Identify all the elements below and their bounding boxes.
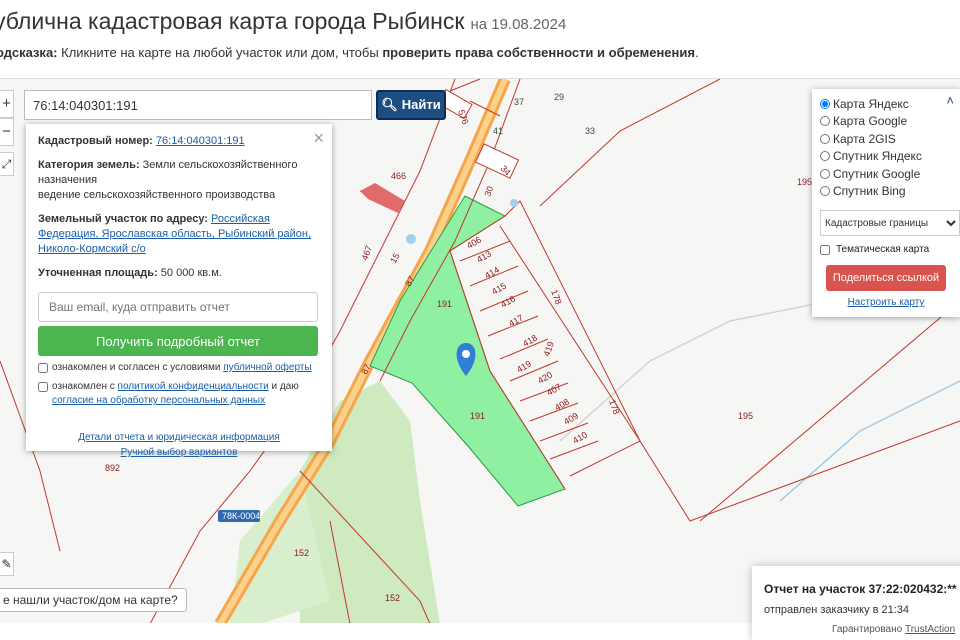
parcel-label: 409 (562, 411, 580, 427)
parcel-label: 418 (521, 333, 539, 349)
search-input[interactable] (24, 90, 372, 120)
layer-option-label: Спутник Bing (833, 184, 906, 199)
layer-radio[interactable] (820, 186, 830, 197)
privacy-link[interactable]: политикой конфиденциальности (118, 381, 269, 392)
thematic-map-toggle[interactable]: Тематическая карта (820, 244, 952, 255)
parcel-label: 416 (499, 294, 517, 310)
parcel-label: 420 (536, 370, 554, 386)
layer-radio[interactable] (820, 151, 830, 162)
layer-option-label: Спутник Яндекс (833, 149, 922, 164)
parcel-label: 191 (470, 411, 485, 421)
parcel-label: 30 (482, 185, 495, 198)
chevron-up-icon[interactable]: ˄ (946, 93, 954, 108)
parcel-label: 419 (541, 340, 556, 358)
layer-switcher: ˄ Карта Яндекс Карта Google Карта 2GIS Спут… (812, 89, 960, 317)
layer-option-label: Карта Яндекс (833, 96, 909, 111)
parcel-label: 41 (493, 126, 503, 136)
parcel-label: 33 (585, 126, 595, 136)
page-date: на 19.08.2024 (470, 16, 567, 33)
page-header: ублична кадастровая карта города Рыбинск… (0, 0, 960, 78)
layer-option-label: Спутник Google (833, 166, 921, 181)
layer-radio[interactable] (820, 133, 830, 144)
report-notification: Отчет на участок 37:22:020432:** отправл… (752, 566, 960, 640)
offer-checkbox[interactable] (38, 363, 48, 373)
report-details-link[interactable]: Детали отчета и юридическая информация (78, 432, 280, 443)
parcel-label: 37 (514, 97, 524, 107)
parcel-label: 467 (359, 244, 374, 262)
layer-radio[interactable] (820, 116, 830, 127)
get-report-button[interactable]: Получить подробный отчет (38, 326, 318, 356)
overlay-select[interactable]: Кадастровые границы (820, 210, 960, 236)
email-field[interactable] (38, 292, 318, 322)
layer-option[interactable]: Спутник Bing (820, 183, 952, 201)
hint-text: одсказка: Кликните на карте на любой уча… (0, 45, 699, 60)
parcel-label: 29 (554, 92, 564, 102)
layer-option[interactable]: Спутник Яндекс (820, 148, 952, 166)
parcel-label: 15 (388, 251, 402, 265)
parcel-info-popup: × Кадастровый номер: 76:14:040301:191 Ка… (26, 124, 332, 458)
layer-option-label: Карта Google (833, 114, 908, 129)
parcel-label: 152 (294, 548, 309, 558)
parcel-label: 191 (437, 299, 452, 309)
consent-link[interactable]: согласие на обработку персональных данны… (52, 395, 265, 406)
notification-subtitle: отправлен заказчику в 21:34 (764, 604, 910, 616)
layer-option[interactable]: Карта Google (820, 113, 952, 131)
close-icon[interactable]: × (313, 128, 324, 149)
search-button[interactable]: 🔍︎ Найти (376, 90, 446, 120)
notification-guarantee: Гарантировано TrustAction (832, 624, 956, 635)
parcel-label: 892 (105, 463, 120, 473)
parcel-label: 413 (475, 249, 493, 265)
offer-link[interactable]: публичной оферты (223, 362, 311, 373)
parcel-label: 415 (490, 281, 508, 297)
layer-radio[interactable] (820, 98, 830, 109)
page-title: ублична кадастровая карта города Рыбинск… (0, 8, 567, 34)
not-found-button[interactable]: е нашли участок/дом на карте? (0, 588, 187, 612)
notification-title: Отчет на участок 37:22:020432:** (764, 582, 957, 596)
configure-map-link[interactable]: Настроить карту (848, 297, 925, 308)
parcel-label: 466 (391, 171, 406, 181)
parcel-label: 414 (483, 265, 501, 281)
privacy-checkbox-row: ознакомлен с политикой конфиденциальност… (38, 380, 320, 408)
share-link-button[interactable]: Поделиться ссылкой (826, 265, 946, 291)
fullscreen-icon[interactable]: ⤢ (0, 152, 14, 176)
search-icon: 🔍︎ (381, 97, 398, 112)
parcel-label: 195 (797, 177, 812, 187)
layer-option[interactable]: Карта 2GIS (820, 130, 952, 148)
parcel-label: 152 (385, 593, 400, 603)
parcel-label: 195 (738, 411, 753, 421)
parcel-label: 408 (553, 397, 571, 413)
layer-option-label: Карта 2GIS (833, 131, 896, 146)
cadastral-number-link[interactable]: 76:14:040301:191 (156, 135, 245, 147)
zoom-out-button[interactable]: − (0, 118, 14, 146)
zoom-in-button[interactable]: + (0, 90, 14, 118)
parcel-label: 410 (571, 430, 589, 446)
manual-choice-link[interactable]: Ручной выбор вариантов (121, 447, 238, 458)
parcel-label: 178 (549, 288, 564, 306)
layer-option[interactable]: Спутник Google (820, 165, 952, 183)
pencil-icon[interactable]: ✎ (0, 552, 14, 576)
thematic-checkbox[interactable] (820, 244, 830, 255)
offer-checkbox-row: ознакомлен и согласен с условиями публич… (38, 361, 320, 375)
road-label: 78К-0004 (222, 511, 260, 521)
layer-radio[interactable] (820, 168, 830, 179)
layer-option[interactable]: Карта Яндекс (820, 95, 952, 113)
privacy-checkbox[interactable] (38, 382, 48, 392)
parcel-label: 407 (545, 382, 563, 398)
parcel-label: 417 (507, 313, 525, 329)
